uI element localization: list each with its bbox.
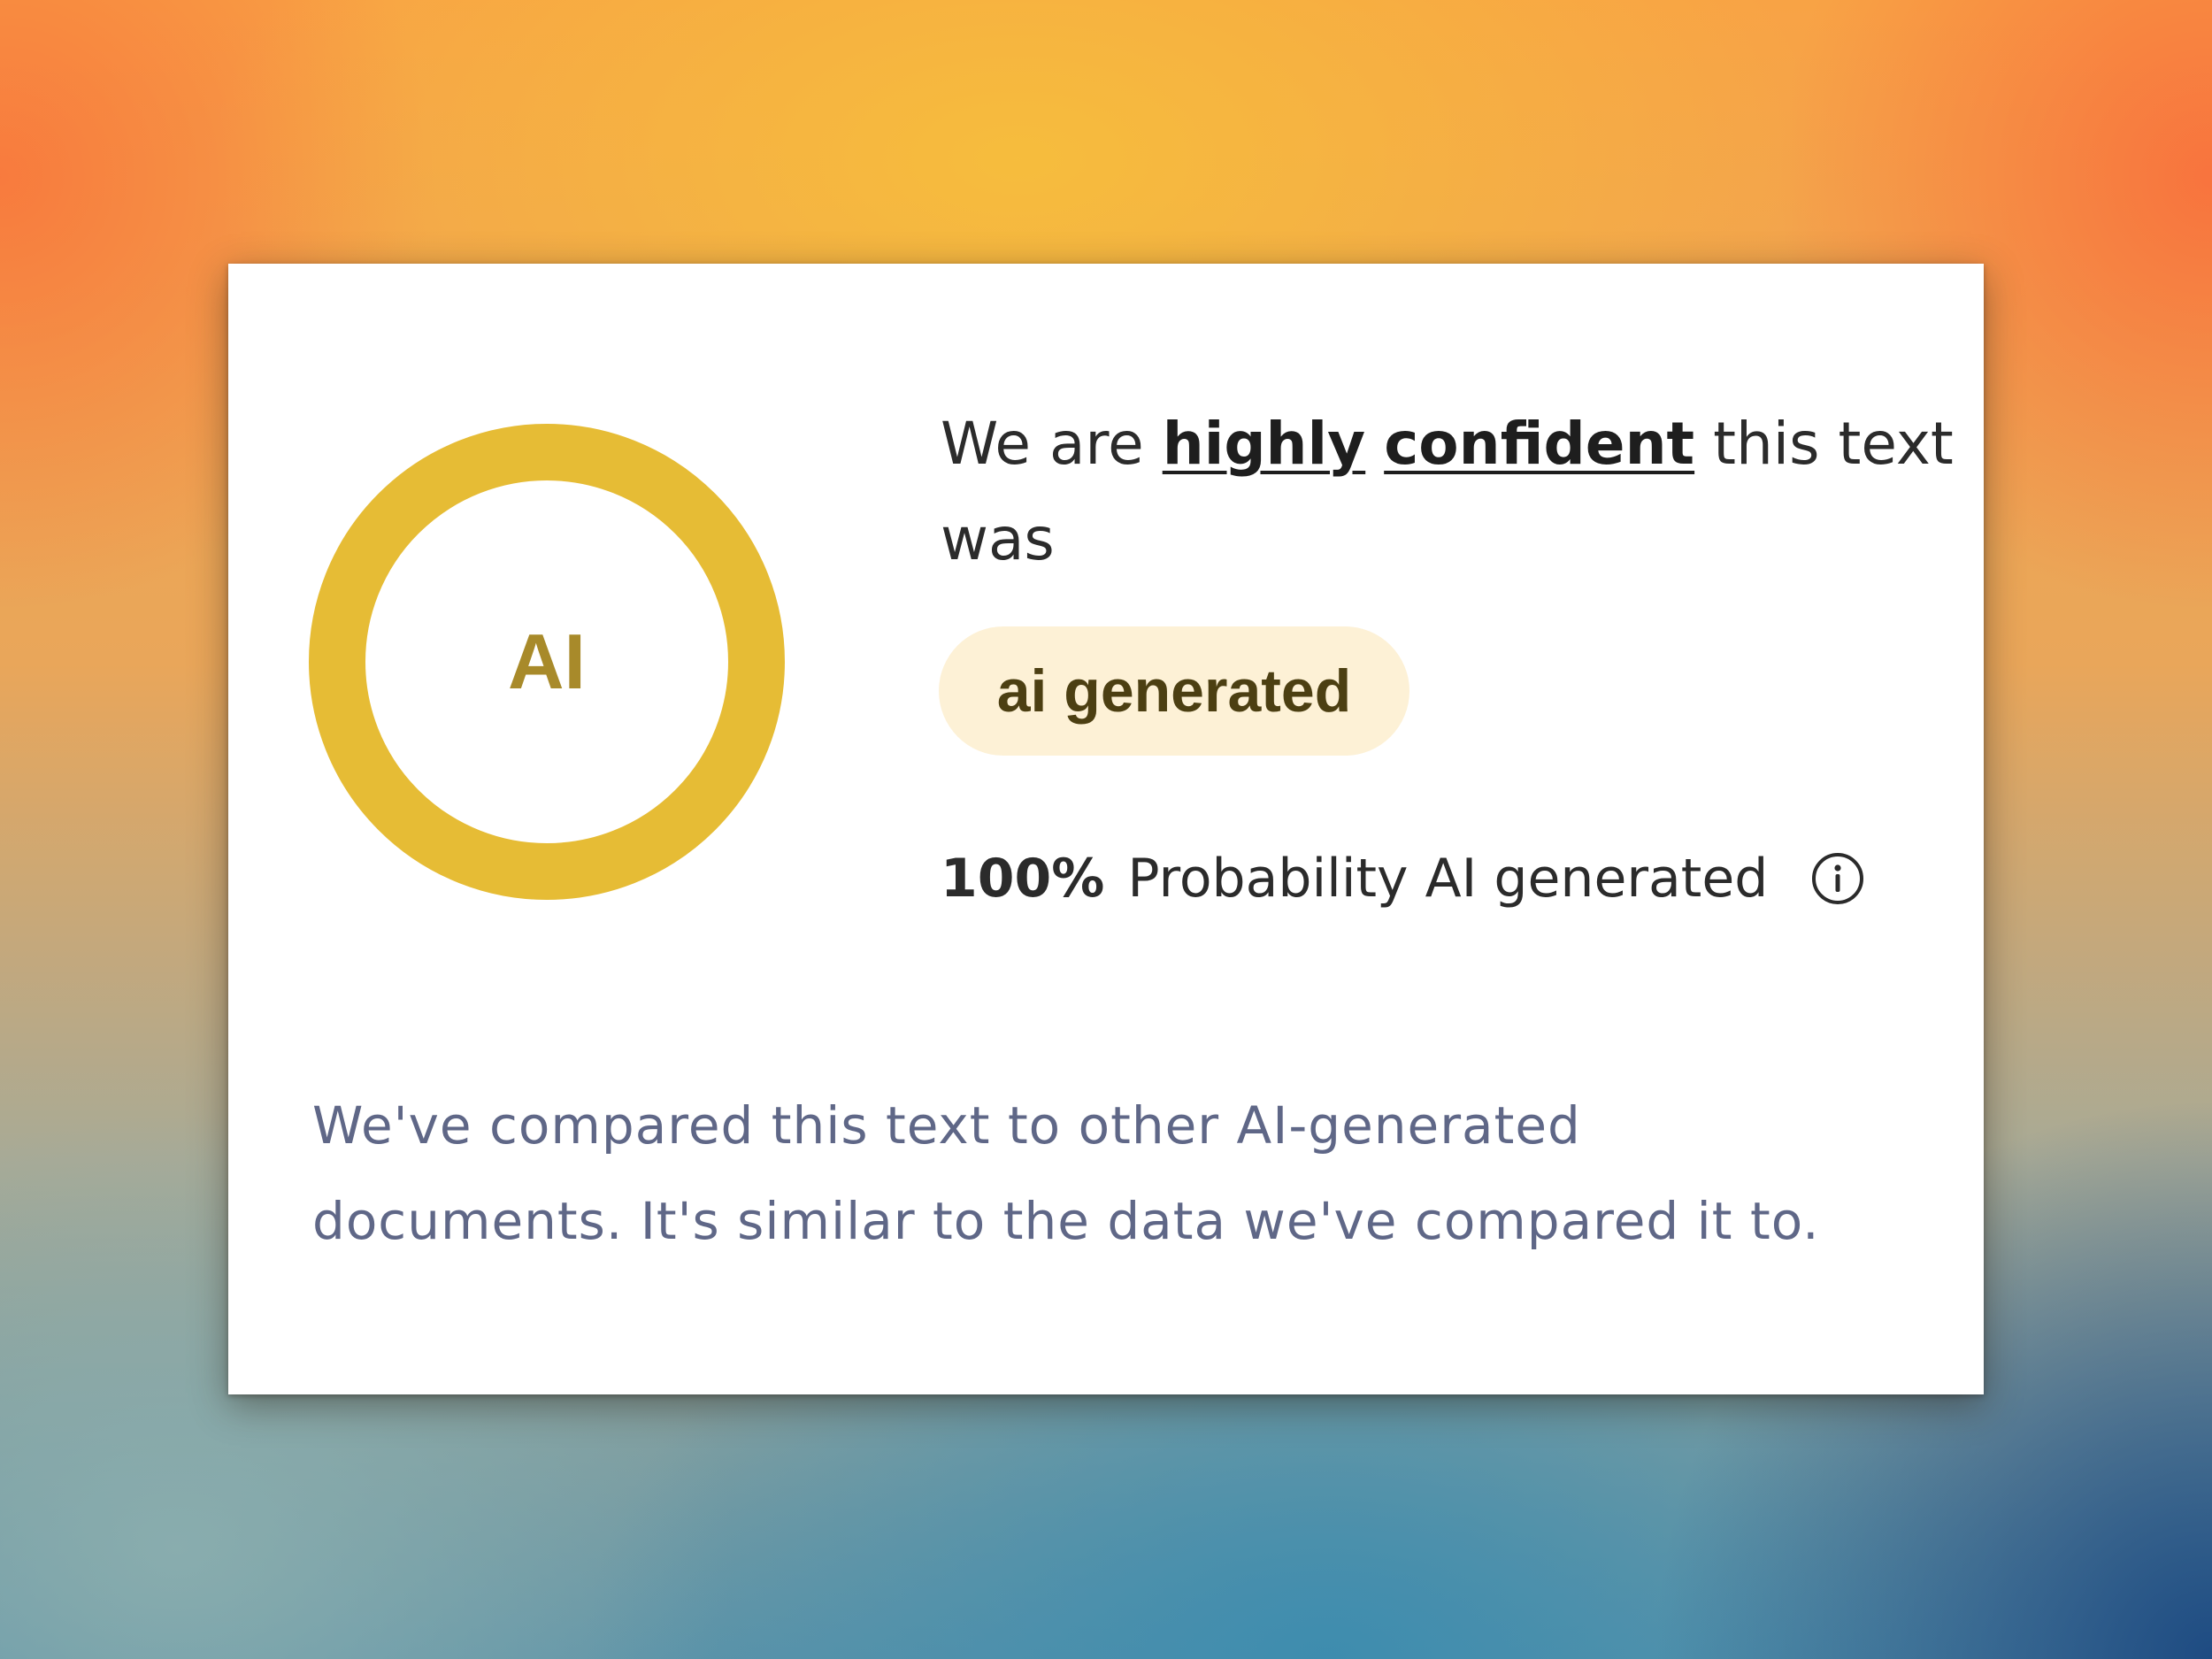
- info-icon[interactable]: [1810, 851, 1865, 906]
- ai-score-ring: AI: [308, 423, 786, 901]
- description-line-1: We've compared this text to other AI-gen…: [312, 1095, 1581, 1156]
- probability-label: Probability AI generated: [1127, 848, 1769, 910]
- score-ring-label: AI: [508, 618, 586, 705]
- headline-prefix: We are: [941, 410, 1144, 478]
- page-background: { "ring": { "label": "AI", "color": "#e6…: [0, 0, 2212, 1659]
- confidence-headline: We are highly confident this text was: [941, 396, 1958, 588]
- headline-emphasis-highly[interactable]: highly: [1163, 410, 1366, 478]
- description-line-2: documents. It's similar to the data we'v…: [312, 1191, 1820, 1251]
- headline-emphasis-confident[interactable]: confident: [1384, 410, 1694, 478]
- verdict-badge: ai generated: [939, 626, 1409, 756]
- probability-row: 100% Probability AI generated: [941, 839, 1865, 918]
- comparison-description: We've compared this text to other AI-gen…: [312, 1078, 1958, 1269]
- probability-value: 100%: [941, 848, 1105, 910]
- result-card: AI We are highly confident this text was…: [228, 264, 1984, 1394]
